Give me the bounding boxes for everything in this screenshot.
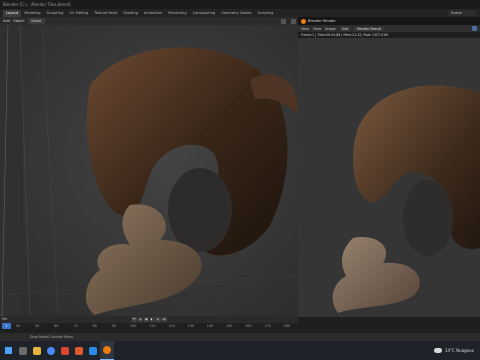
tab-modeling[interactable]: Modeling xyxy=(21,10,43,17)
frame-tick: 180 xyxy=(283,324,291,328)
frame-tick: 120 xyxy=(168,324,175,328)
frame-tick: 170 xyxy=(264,324,271,328)
frame-tick: 130 xyxy=(187,324,195,328)
taskbar-chrome[interactable] xyxy=(44,341,58,360)
photos-icon xyxy=(89,346,97,355)
render-canvas[interactable] xyxy=(298,38,480,317)
render-result-dropdown[interactable]: Render Result xyxy=(354,26,384,31)
search-app-icon xyxy=(19,346,27,355)
shading-icon[interactable] xyxy=(291,18,296,24)
play-reverse-button[interactable]: ◀ xyxy=(143,317,149,322)
frame-tick: 110 xyxy=(149,324,156,328)
playback-controls: ifer ⏮ ◂ ◀ ▶ ▸ ⏭ xyxy=(0,316,298,323)
viewport-render xyxy=(0,25,298,316)
window-title: Blender [C:\...\Render Tiles.blend] xyxy=(3,2,71,7)
jump-start-button[interactable]: ⏮ xyxy=(131,317,137,322)
chrome-icon xyxy=(47,346,55,355)
blender-icon xyxy=(103,346,111,354)
windows-logo-icon xyxy=(4,347,12,354)
display-mode-icon[interactable] xyxy=(472,26,477,31)
view-menu[interactable]: View xyxy=(301,27,309,31)
taskbar-app-red[interactable] xyxy=(58,341,72,360)
frame-tick: 60 xyxy=(54,324,59,328)
windows-taskbar: 14°C Nuageux xyxy=(0,341,480,360)
frame-tick: 70 xyxy=(73,324,78,328)
frame-ruler[interactable]: 1 40 50 60 70 80 90 100 110 120 130 140 150 160 170 18… xyxy=(0,323,298,333)
viewport-header: Add Object Global xyxy=(0,17,298,25)
status-bar: Drop Model Context Menu xyxy=(0,333,480,341)
tab-uv-editing[interactable]: UV Editing xyxy=(66,10,91,17)
frame-tick: 80 xyxy=(92,324,97,328)
scene-selector: Scene xyxy=(448,10,480,16)
render-window-titlebar: Blender Render xyxy=(298,17,480,25)
object-menu[interactable]: Object xyxy=(13,19,25,23)
tab-scripting[interactable]: Scripting xyxy=(254,10,276,17)
frame-tick: 90 xyxy=(111,324,117,328)
frame-tick: 140 xyxy=(206,324,214,328)
tab-geometry-nodes[interactable]: Geometry Nodes xyxy=(218,10,254,17)
tab-rendering[interactable]: Rendering xyxy=(165,10,189,17)
image-menu[interactable]: Image xyxy=(325,27,336,31)
frame-tick: 160 xyxy=(245,324,252,328)
frame-tick: 150 xyxy=(225,324,233,328)
start-button[interactable] xyxy=(0,341,16,360)
app-red-icon xyxy=(61,346,69,355)
render-window: Blender Render View View Image Slot Rend… xyxy=(298,17,480,317)
3d-viewport[interactable] xyxy=(0,25,298,316)
taskbar-search-app[interactable] xyxy=(16,341,30,360)
file-explorer-icon xyxy=(33,346,41,355)
workspace-tabs: Layout Modeling Sculpting UV Editing Tex… xyxy=(0,9,480,17)
tab-compositing[interactable]: Compositing xyxy=(190,10,219,17)
orientation-dropdown[interactable]: Global xyxy=(27,18,45,24)
status-text: Drop Model Context Menu xyxy=(30,335,73,339)
render-window-footer xyxy=(298,317,480,333)
slot-dropdown[interactable]: Slot xyxy=(339,26,351,31)
app-orange-icon xyxy=(75,346,83,355)
taskbar-photos[interactable] xyxy=(86,341,100,360)
system-tray: 14°C Nuageux xyxy=(433,348,480,353)
taskbar-app-orange[interactable] xyxy=(72,341,86,360)
blender-logo-icon xyxy=(301,18,306,24)
timeline: ifer ⏮ ◂ ◀ ▶ ▸ ⏭ 1 40 50 60 70 80 90 100 110 120… xyxy=(0,316,298,333)
window-titlebar: Blender [C:\...\Render Tiles.blend] xyxy=(0,0,480,9)
render-image xyxy=(298,38,480,317)
scene-field[interactable]: Scene xyxy=(448,10,476,16)
render-window-title: Blender Render xyxy=(308,19,336,23)
prev-key-button[interactable]: ◂ xyxy=(137,317,143,322)
render-window-menu: View View Image Slot Render Result xyxy=(298,25,480,32)
overlay-icon[interactable] xyxy=(281,18,286,24)
tab-shading[interactable]: Shading xyxy=(120,10,141,17)
weather-text[interactable]: 14°C Nuageux xyxy=(445,348,474,353)
tab-texture-paint[interactable]: Texture Paint xyxy=(91,10,120,17)
current-frame-marker[interactable]: 1 xyxy=(2,323,11,329)
record-button[interactable] xyxy=(152,317,157,322)
tab-layout[interactable]: Layout xyxy=(3,9,22,17)
tab-sculpting[interactable]: Sculpting xyxy=(44,10,67,17)
cloud-icon xyxy=(433,348,442,353)
jump-end-button[interactable]: ⏭ xyxy=(161,317,167,322)
blender-app: Blender [C:\...\Render Tiles.blend] Layo… xyxy=(0,0,480,360)
view-label[interactable]: View xyxy=(313,27,321,31)
timeline-label: ifer xyxy=(2,317,8,321)
frame-tick: 40 xyxy=(15,324,21,328)
add-menu[interactable]: Add xyxy=(3,19,10,23)
taskbar-blender[interactable] xyxy=(100,341,114,360)
frame-tick: 50 xyxy=(35,324,40,328)
taskbar-file-explorer[interactable] xyxy=(30,341,44,360)
render-status-text: Frame:1 | Time:00:04.88 | Mem:21.32, Pea… xyxy=(301,33,388,37)
frame-tick: 100 xyxy=(129,324,137,328)
tab-animation[interactable]: Animation xyxy=(141,10,165,17)
